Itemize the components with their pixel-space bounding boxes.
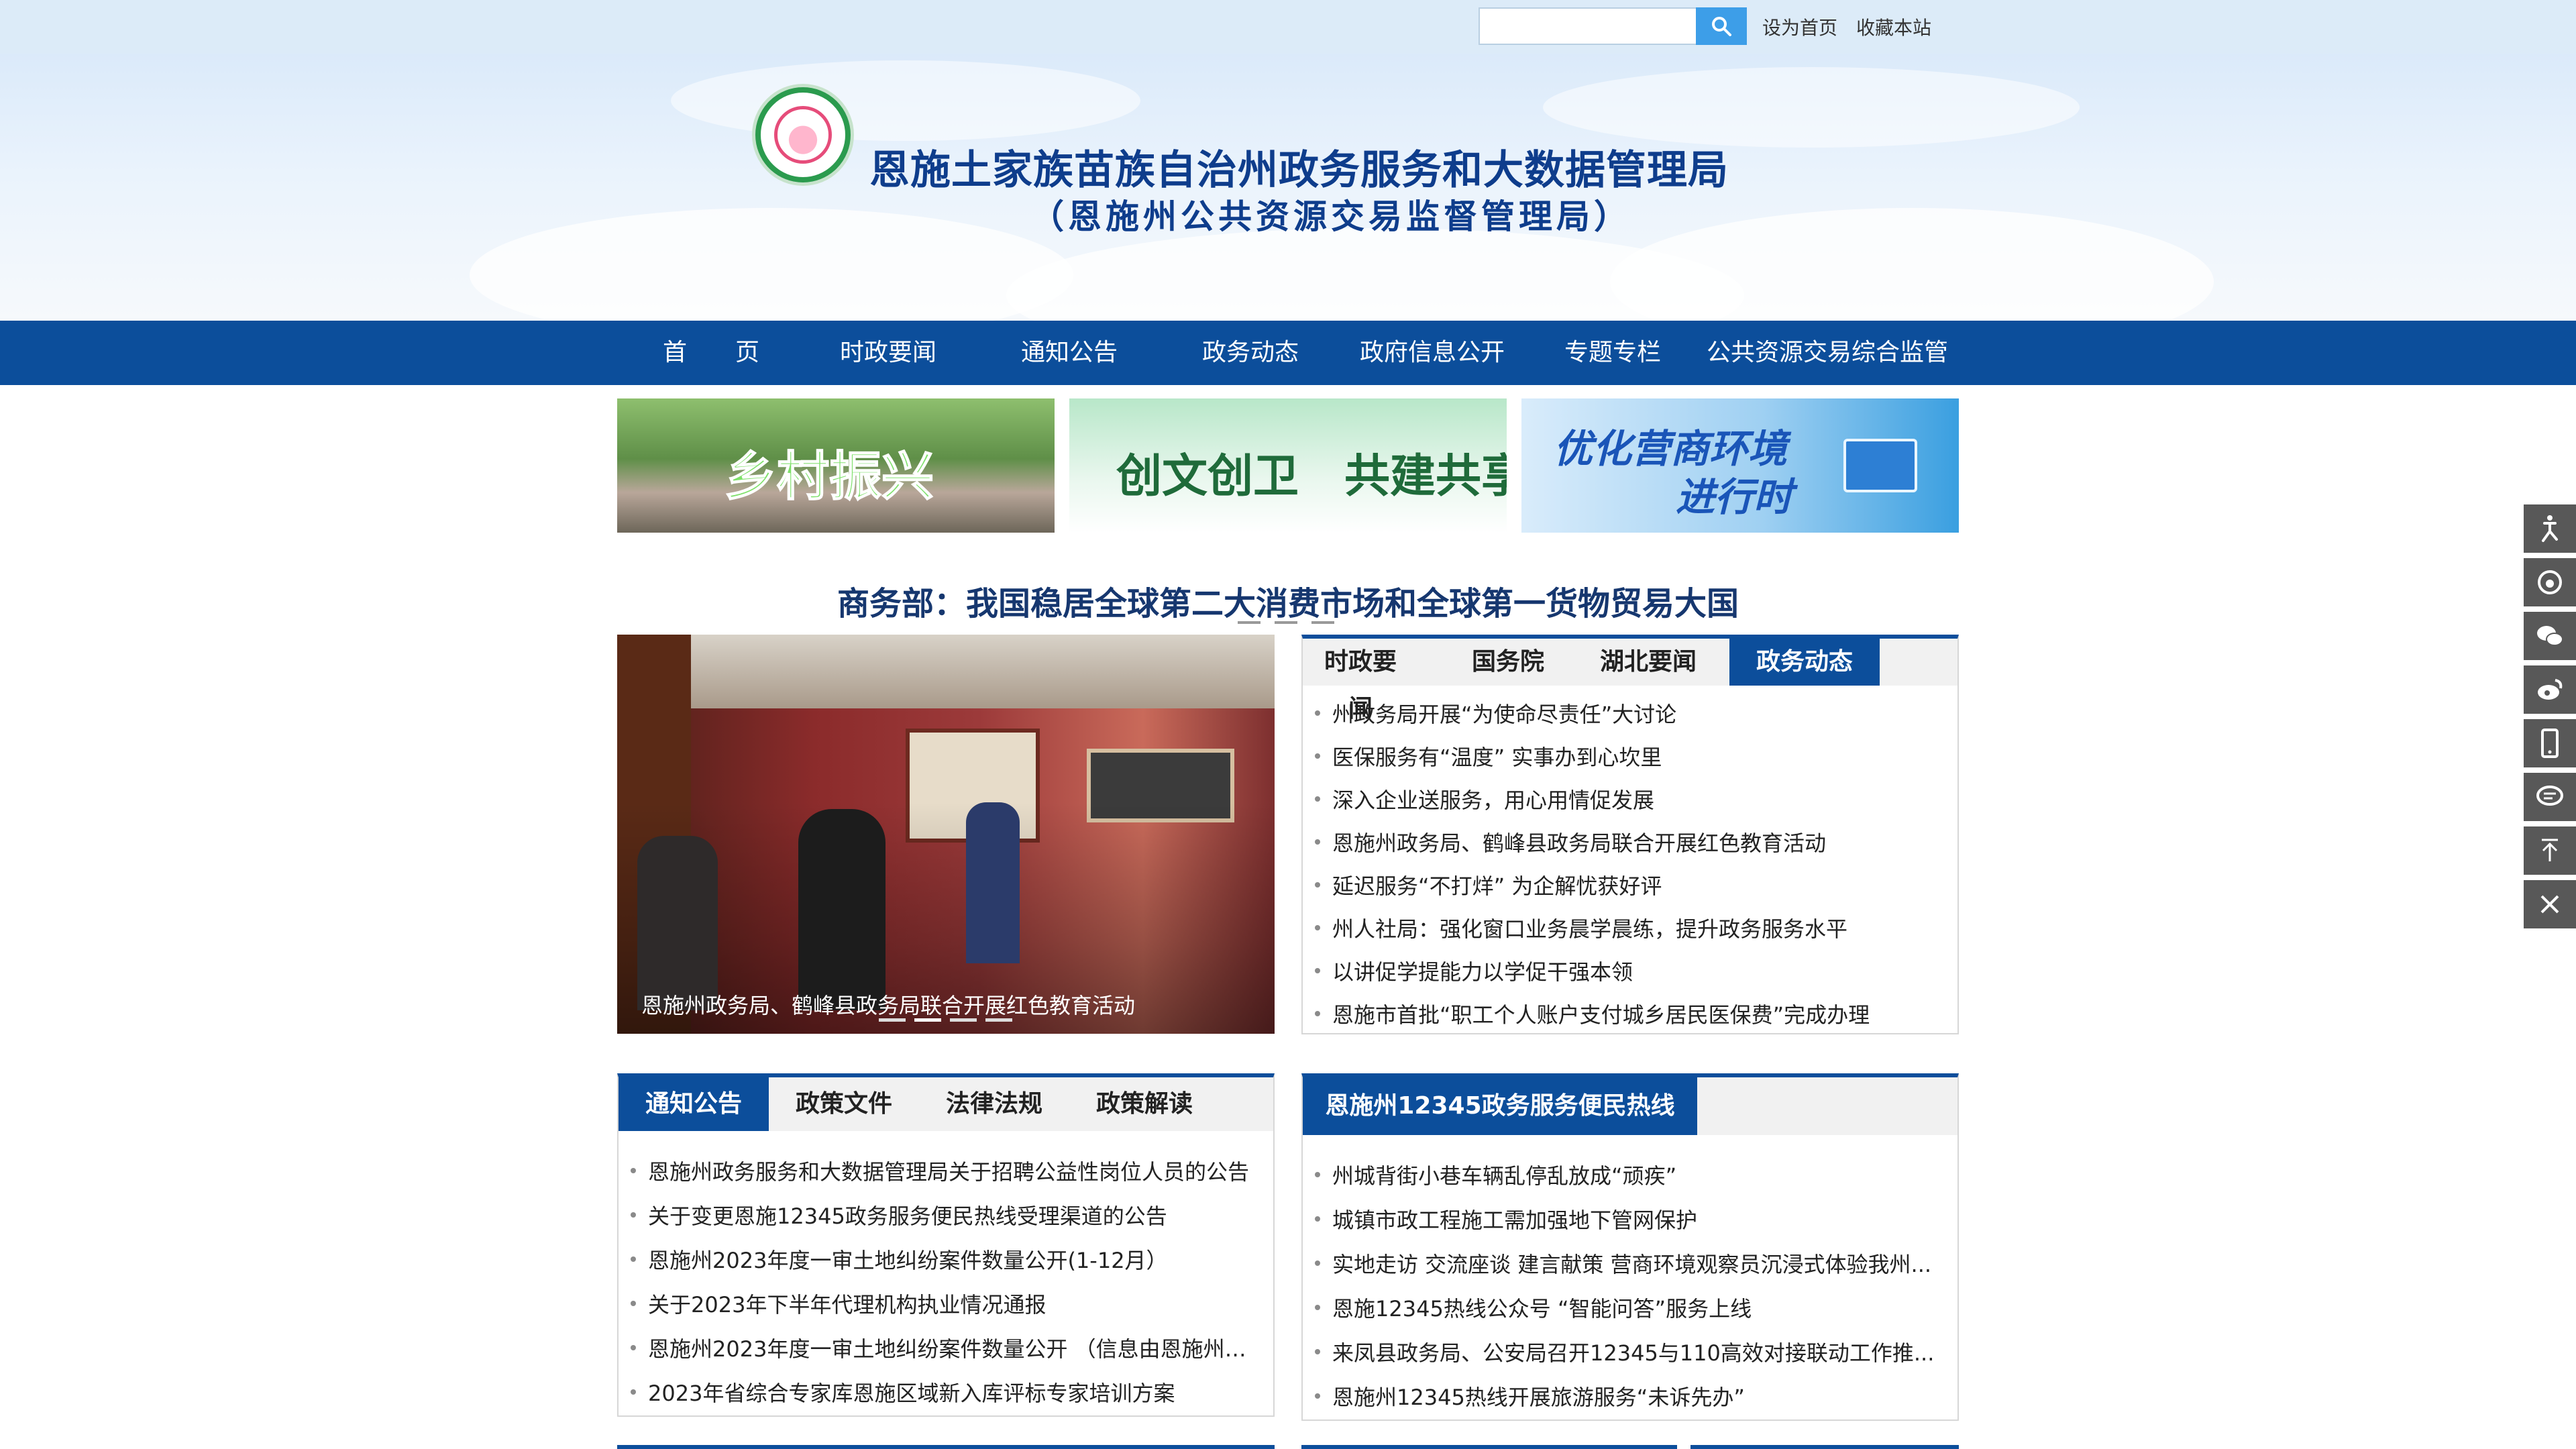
list-item[interactable]: 关于2023年下半年代理机构执业情况通报 [631,1288,1261,1319]
tab-gov-news[interactable]: 政务动态 [1729,639,1880,686]
list-item[interactable]: 延迟服务“不打烊” 为企解忧获好评 [1315,869,1945,900]
hotline-tabs: 恩施州12345政务服务便民热线 [1303,1077,1957,1135]
top-bar: 设为首页 收藏本站 [0,0,2576,54]
back-to-top-button[interactable] [2524,826,2576,877]
photo-slider[interactable]: 恩施州政务局、鹤峰县政务局联合开展红色教育活动 [617,635,1275,1034]
tab-hubei-news[interactable]: 湖北要闻 [1598,639,1699,686]
list-item[interactable]: 医保服务有“温度” 实事办到心坎里 [1315,741,1945,771]
list-item[interactable]: 恩施州2023年度一审土地纠纷案件数量公开 （信息由恩施州中... [631,1332,1261,1363]
notice-panel: 通知公告 政策文件 法律法规 政策解读 恩施州政务服务和大数据管理局关于招聘公益… [617,1073,1275,1417]
search-icon [1712,17,1731,36]
accessibility-icon [2542,515,2558,542]
accessibility-button[interactable] [2524,504,2576,555]
list-item[interactable]: 恩施州政务局、鹤峰县政务局联合开展红色教育活动 [1315,826,1945,857]
slider-dot[interactable] [950,1018,977,1022]
headline-dash [1238,621,1260,624]
nav-special-topics[interactable]: 专题专栏 [1546,321,1680,385]
list-item[interactable]: 恩施市首批“职工个人账户支付城乡居民医保费”完成办理 [1315,998,1945,1029]
list-item[interactable]: 来凤县政务局、公安局召开12345与110高效对接联动工作推... [1315,1336,1945,1367]
nav-current-affairs[interactable]: 时政要闻 [821,321,955,385]
news-panel: 时政要闻 国务院 湖北要闻 政务动态 州政务局开展“为使命尽责任”大讨论 医保服… [1301,635,1959,1034]
search-button[interactable] [1696,7,1747,45]
slider-dot[interactable] [985,1018,1012,1022]
wechat-button[interactable] [2524,612,2576,663]
list-item[interactable]: 关于变更恩施12345政务服务便民热线受理渠道的公告 [631,1199,1261,1230]
nav-notices[interactable]: 通知公告 [1002,321,1136,385]
tab-12345-hotline[interactable]: 恩施州12345政务服务便民热线 [1303,1077,1697,1135]
headline-dash [1311,621,1334,624]
weibo-round-icon [2538,570,2562,594]
back-to-top-icon [2542,839,2558,861]
list-item[interactable]: 2023年省综合专家库恩施区域新入库评标专家培训方案 [631,1377,1261,1407]
next-panel-top-border [617,1445,1275,1449]
slider-dot[interactable] [879,1018,906,1022]
close-icon [2540,895,2559,914]
tab-notices[interactable]: 通知公告 [619,1077,769,1131]
list-item[interactable]: 恩施州政务服务和大数据管理局关于招聘公益性岗位人员的公告 [631,1155,1261,1186]
notice-tabs: 通知公告 政策文件 法律法规 政策解读 [619,1077,1273,1131]
list-item[interactable]: 州政务局开展“为使命尽责任”大讨论 [1315,698,1945,729]
slider-caption[interactable]: 恩施州政务局、鹤峰县政务局联合开展红色教育活动 [641,989,1135,1020]
computer-illustration-icon [1843,439,1917,492]
promo-business-environment[interactable]: 优化营商环境 进行时 [1521,398,1959,533]
close-toolbar-button[interactable] [2524,880,2576,931]
list-item[interactable]: 实地走访 交流座谈 建言献策 营商环境观察员沉浸式体验我州... [1315,1248,1945,1279]
weibo-button[interactable] [2524,665,2576,716]
weibo-icon [2538,679,2563,700]
weibo-round-button[interactable] [2524,558,2576,609]
list-item[interactable]: 州人社局：强化窗口业务晨学晨练，提升政务服务水平 [1315,912,1945,943]
nav-gov-news[interactable]: 政务动态 [1183,321,1318,385]
list-item[interactable]: 恩施州2023年度一审土地纠纷案件数量公开(1-12月） [631,1244,1261,1275]
site-title: 恩施土家族苗族自治州政务服务和大数据管理局 [869,147,1729,194]
list-item[interactable]: 州城背街小巷车辆乱停乱放成“顽疾” [1315,1159,1945,1190]
slider-dot-active[interactable] [914,1018,941,1022]
promo-rural-revitalization[interactable]: 乡村振兴 [617,398,1055,533]
set-homepage-link[interactable]: 设为首页 [1762,13,1837,40]
news-tabs: 时政要闻 国务院 湖北要闻 政务动态 [1303,639,1957,722]
bookmark-link[interactable]: 收藏本站 [1856,13,1931,40]
tab-policy-interpretation[interactable]: 政策解读 [1069,1077,1220,1131]
promo-civilization-campaign[interactable]: 创文创卫 共建共享 [1069,398,1507,533]
nav-gov-info[interactable]: 政府信息公开 [1348,321,1516,385]
message-button[interactable] [2524,773,2576,824]
message-icon [2536,786,2563,806]
mobile-icon [2541,729,2559,758]
tab-state-council[interactable]: 国务院 [1470,639,1546,686]
wechat-icon [2537,626,2563,646]
government-emblem-logo [755,87,851,182]
tab-laws-regulations[interactable]: 法律法规 [919,1077,1069,1131]
hotline-panel: 恩施州12345政务服务便民热线 州城背街小巷车辆乱停乱放成“顽疾” 城镇市政工… [1301,1073,1959,1421]
tab-current-affairs[interactable]: 时政要闻 [1323,639,1398,722]
list-item[interactable]: 深入企业送服务，用心用情促发展 [1315,784,1945,814]
list-item[interactable]: 恩施12345热线公众号 “智能问答”服务上线 [1315,1292,1945,1323]
nav-public-resources[interactable]: 公共资源交易综合监管 [1700,321,1955,385]
next-panel-top-border [1690,1445,1959,1449]
next-panel-top-border [1301,1445,1677,1449]
mobile-button[interactable] [2524,719,2576,770]
list-item[interactable]: 城镇市政工程施工需加强地下管网保护 [1315,1203,1945,1234]
promo-civilization-title: 创文创卫 共建共享 [1116,450,1507,503]
list-item[interactable]: 恩施州12345热线开展旅游服务“未诉先办” [1315,1381,1945,1411]
site-subtitle: （恩施州公共资源交易监督管理局） [1030,197,1631,236]
promo-business-subtitle: 进行时 [1676,474,1793,520]
nav-home[interactable]: 首 页 [644,321,778,385]
main-nav: 首 页 时政要闻 通知公告 政务动态 政府信息公开 专题专栏 公共资源交易综合监… [0,321,2576,385]
headline-dash [1275,621,1297,624]
tab-policy-documents[interactable]: 政策文件 [769,1077,919,1131]
top-headline[interactable]: 商务部：我国稳居全球第二大消费市场和全球第一货物贸易大国 [617,577,1959,624]
list-item[interactable]: 以讲促学提能力以学促干强本领 [1315,955,1945,986]
promo-rural-title: 乡村振兴 [724,446,934,508]
